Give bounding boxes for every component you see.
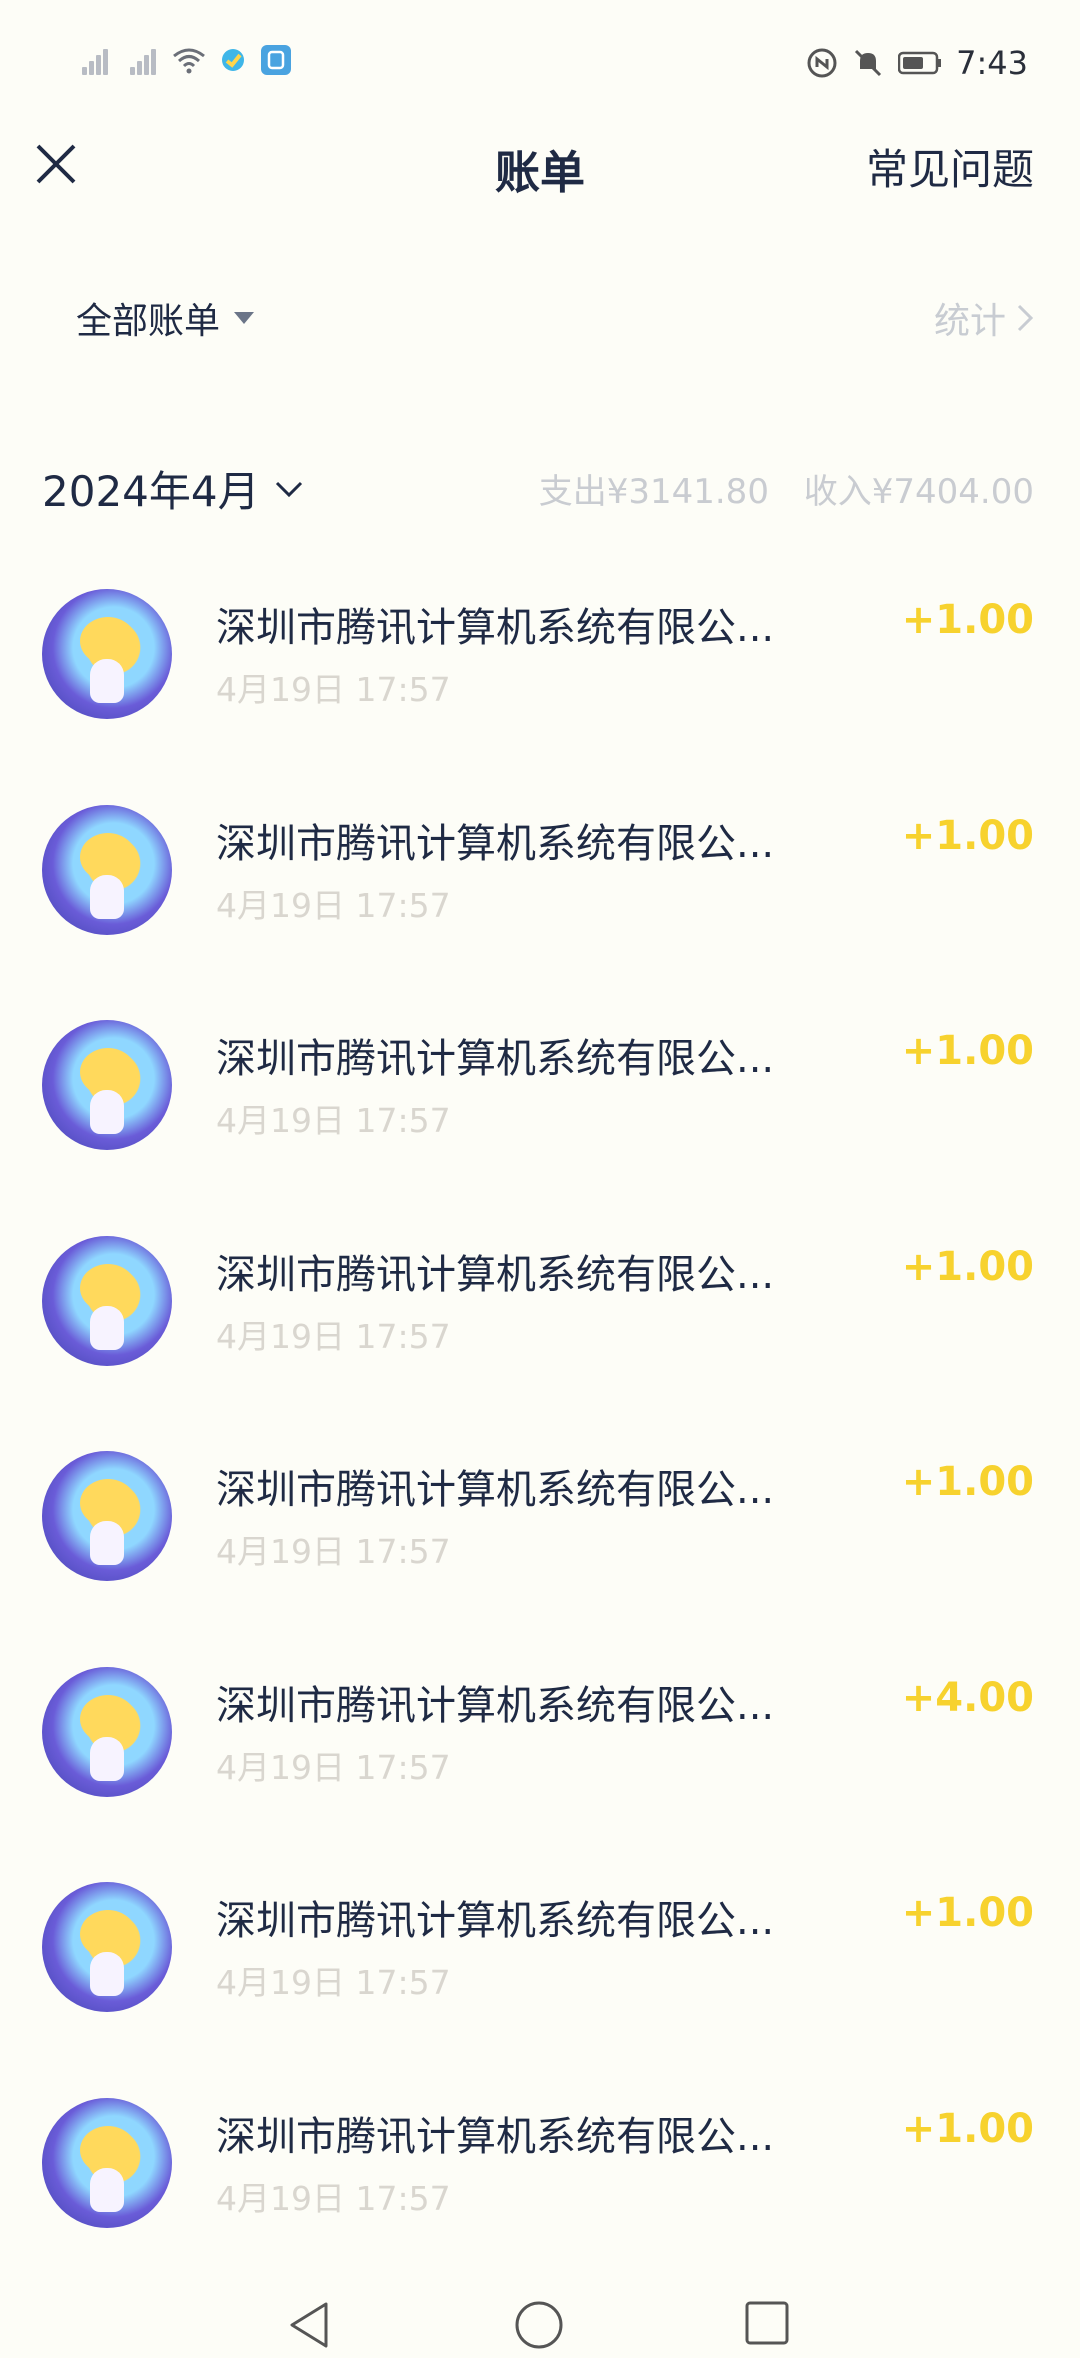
transaction-row[interactable]: 深圳市腾讯计算机系统有限公... 4月19日 17:57 +1.00 — [0, 1222, 1080, 1438]
transaction-time: 4月19日 17:57 — [216, 885, 451, 925]
transaction-time: 4月19日 17:57 — [216, 1963, 451, 2002]
status-right-icons: 7:43 — [806, 44, 1028, 82]
mute-icon — [855, 49, 882, 77]
transaction-amount: +1.00 — [901, 1028, 1034, 1074]
merchant-avatar — [42, 1882, 172, 2012]
back-nav-icon[interactable] — [286, 2300, 330, 2350]
merchant-avatar — [42, 1020, 172, 1150]
chevron-down-icon — [275, 481, 302, 497]
stats-link[interactable]: 统计 — [934, 292, 1034, 344]
month-summary: 支出¥3141.80 收入¥7404.00 — [515, 464, 1034, 513]
transaction-row[interactable]: 深圳市腾讯计算机系统有限公... 4月19日 17:57 +1.00 — [0, 2084, 1080, 2300]
transaction-title: 深圳市腾讯计算机系统有限公... — [216, 1251, 775, 1298]
transaction-amount: +1.00 — [901, 812, 1034, 859]
month-selector[interactable]: 2024年4月 — [42, 458, 304, 519]
transaction-row[interactable]: 深圳市腾讯计算机系统有限公... 4月19日 17:57 +1.00 — [0, 1437, 1080, 1653]
transaction-time: 4月19日 17:57 — [216, 670, 451, 709]
transaction-time: 4月19日 17:57 — [216, 1532, 451, 1571]
recents-nav-icon[interactable] — [744, 2300, 790, 2346]
transaction-title: 深圳市腾讯计算机系统有限公... — [216, 1036, 775, 1082]
faq-button[interactable]: 常见问题 — [866, 136, 1034, 197]
transaction-time: 4月19日 17:57 — [216, 1747, 451, 1787]
home-nav-icon[interactable] — [514, 2300, 564, 2350]
caret-down-icon — [234, 312, 255, 324]
merchant-avatar — [42, 1666, 172, 1797]
transaction-amount: +1.00 — [901, 597, 1034, 643]
month-label: 2024年4月 — [42, 467, 260, 516]
merchant-avatar — [42, 804, 172, 935]
transaction-row[interactable]: 深圳市腾讯计算机系统有限公... 4月19日 17:57 +1.00 — [0, 1868, 1080, 2084]
transaction-amount: +1.00 — [901, 1890, 1034, 1936]
signal-icon — [76, 45, 110, 75]
signal-icon — [124, 45, 158, 75]
transaction-row[interactable]: 深圳市腾讯计算机系统有限公... 4月19日 17:57 +1.00 — [0, 1006, 1080, 1222]
month-income: 收入¥7404.00 — [803, 472, 1034, 512]
merchant-avatar — [42, 589, 172, 719]
transaction-row[interactable]: 深圳市腾讯计算机系统有限公... 4月19日 17:57 +4.00 — [0, 1653, 1080, 1869]
transaction-title: 深圳市腾讯计算机系统有限公... — [216, 605, 775, 651]
transaction-title: 深圳市腾讯计算机系统有限公... — [216, 820, 775, 867]
bill-filter-label: 全部账单 — [76, 301, 221, 342]
transaction-time: 4月19日 17:57 — [216, 2178, 451, 2218]
status-time: 7:43 — [956, 44, 1028, 82]
merchant-avatar — [42, 1235, 172, 1366]
merchant-avatar — [42, 2097, 172, 2228]
transaction-time: 4月19日 17:57 — [216, 1316, 451, 1356]
transaction-title: 深圳市腾讯计算机系统有限公... — [216, 1682, 775, 1729]
stats-label: 统计 — [933, 301, 1006, 342]
battery-icon — [898, 51, 942, 75]
status-left-icons — [76, 44, 292, 76]
transaction-title: 深圳市腾讯计算机系统有限公... — [216, 1898, 775, 1944]
transaction-amount: +4.00 — [901, 1674, 1034, 1721]
transaction-row[interactable]: 深圳市腾讯计算机系统有限公... 4月19日 17:57 +1.00 — [0, 575, 1080, 791]
app-notify-icon — [222, 49, 244, 71]
transaction-title: 深圳市腾讯计算机系统有限公... — [216, 1467, 775, 1513]
transaction-amount: +1.00 — [901, 1243, 1034, 1290]
transaction-row[interactable]: 深圳市腾讯计算机系统有限公... 4月19日 17:57 +1.00 — [0, 791, 1080, 1007]
chevron-right-icon — [1017, 304, 1034, 332]
wifi-icon — [173, 48, 205, 74]
transaction-amount: +1.00 — [901, 2105, 1034, 2152]
transaction-title: 深圳市腾讯计算机系统有限公... — [216, 2113, 775, 2160]
transaction-amount: +1.00 — [901, 1459, 1034, 1505]
nfc-icon — [261, 45, 291, 75]
transaction-list: 深圳市腾讯计算机系统有限公... 4月19日 17:57 +1.00 深圳市腾讯… — [0, 575, 1080, 2299]
month-expense: 支出¥3141.80 — [538, 472, 769, 512]
transaction-time: 4月19日 17:57 — [216, 1101, 451, 1140]
merchant-avatar — [42, 1451, 172, 1581]
nfc-status-icon — [807, 48, 837, 78]
bill-filter-dropdown[interactable]: 全部账单 — [76, 292, 255, 344]
